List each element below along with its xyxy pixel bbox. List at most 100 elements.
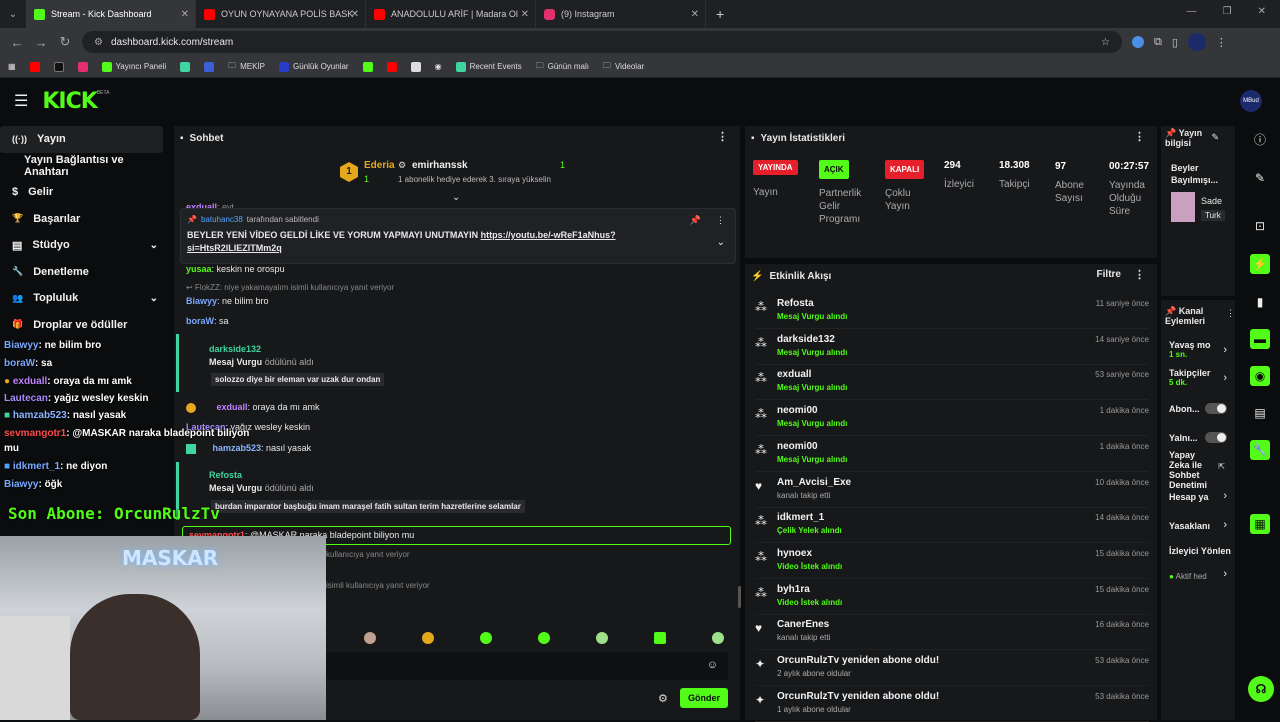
chevron-down-icon[interactable]: ⌄ [150, 293, 158, 304]
sidebar-item-topluluk[interactable]: 👥 Topluluk ⌄ [0, 285, 170, 312]
emote-icon[interactable] [596, 632, 608, 644]
activity-row[interactable]: ⁂ Refosta Mesaj Vurgu alındı 11 saniye önce [755, 294, 1149, 329]
edit-pencil-icon[interactable]: ✎ [1211, 132, 1219, 143]
collapse-arrow-icon[interactable]: ⌄ [452, 192, 460, 203]
bookmark-media[interactable] [204, 61, 215, 72]
support-headset-icon[interactable]: ☊ [1248, 676, 1274, 702]
activity-username[interactable]: neomi00 [777, 405, 818, 416]
edit-icon[interactable]: ✎ [1250, 168, 1270, 188]
activity-menu-icon[interactable]: ⋮ [1134, 268, 1145, 281]
activity-row[interactable]: ⁂ hynoex Video İstek alındı 15 dakika önce [755, 544, 1149, 579]
maximize-icon[interactable]: ❐ [1223, 6, 1232, 17]
site-info-icon[interactable]: ⚙ [94, 37, 103, 48]
bookmark-youtube-2[interactable] [386, 61, 397, 72]
activity-row[interactable]: ⁂ byh1ra Video İstek alındı 15 dakika önce [755, 580, 1149, 615]
close-tab-icon[interactable]: ✕ [181, 9, 189, 20]
emotes-only-toggle[interactable] [1205, 432, 1227, 443]
activity-row[interactable]: ✦ OrcunRulzTv yeniden abone oldu! 1 aylık … [755, 687, 1149, 722]
chevron-right-icon[interactable]: › [1223, 519, 1227, 531]
activity-row[interactable]: ♥ Am_Avcisi_Exe kanalı takip etti 10 dakika… [755, 473, 1149, 508]
leader-user[interactable]: Ederia [364, 160, 395, 171]
browser-tab-youtube-1[interactable]: OYUN OYNAYANA POLİS BASK ✕ [196, 0, 366, 28]
channel-actions-menu-icon[interactable]: ⋮ [1226, 308, 1235, 319]
emote-icon[interactable] [364, 632, 376, 644]
activity-username[interactable]: Am_Avcisi_Exe [777, 477, 851, 488]
close-tab-icon[interactable]: ✕ [521, 9, 529, 20]
bookmark-kick-2[interactable] [362, 61, 373, 72]
minimize-icon[interactable]: — [1187, 6, 1197, 17]
chat-username[interactable]: exduall [217, 402, 248, 412]
category-name[interactable]: Sade [1201, 196, 1222, 206]
action-viewer-redirect[interactable]: İzleyici Yönlen [1169, 546, 1231, 556]
activity-row[interactable]: ✦ OrcunRulzTv yeniden abone oldu! 2 aylık … [755, 651, 1149, 686]
activity-username[interactable]: CanerEnes [777, 619, 829, 630]
chevron-right-icon[interactable]: › [1223, 344, 1227, 356]
tab-search-icon[interactable]: ⌄ [0, 9, 26, 20]
emote-icon[interactable] [480, 632, 492, 644]
sidebar-item-denetleme[interactable]: 🔧 Denetleme [0, 259, 170, 286]
action-account-age[interactable]: Hesap ya [1169, 492, 1209, 502]
activity-username[interactable]: hynoex [777, 548, 812, 559]
info-icon[interactable]: ⓘ [1250, 130, 1270, 150]
sidebar-item-droplar[interactable]: 🎁 Droplar ve ödüller [0, 312, 170, 339]
sidebar-item-studyo[interactable]: ▤ Stüdyo ⌄ [0, 232, 170, 259]
bookmark-youtube[interactable] [29, 61, 40, 72]
broadcast-icon[interactable]: ◉ [1250, 366, 1270, 386]
extensions-puzzle-icon[interactable]: ⧉ [1154, 36, 1162, 49]
bookmark-x[interactable] [53, 61, 64, 72]
activity-username[interactable]: idkmert_1 [777, 512, 824, 523]
subscribers-only-toggle[interactable] [1205, 403, 1227, 414]
activity-row[interactable]: ⁂ neomi00 Mesaj Vurgu alındı 1 dakika önce [755, 437, 1149, 472]
action-ai-moderation[interactable]: Yapay Zeka ile Sohbet Denetimi [1169, 450, 1217, 490]
browser-menu-icon[interactable]: ⋮ [1216, 36, 1227, 49]
bookmark-instagram[interactable] [77, 61, 88, 72]
bookmark-gunluk-oyunlar[interactable]: Günlük Oyunlar [279, 61, 349, 72]
browser-tab-kick[interactable]: Stream - Kick Dashboard ✕ [26, 0, 196, 28]
activity-row[interactable]: ♥ CanerEnes kanalı takip etti 16 dakika önc… [755, 615, 1149, 651]
sidebar-item-basarilar[interactable]: 🏆 Başarılar [0, 206, 170, 233]
side-panel-icon[interactable]: ▯ [1172, 36, 1178, 49]
tag-chip[interactable]: Turk [1201, 210, 1225, 221]
activity-username[interactable]: OrcunRulzTv yeniden abone oldu! [777, 691, 939, 702]
chevron-right-icon[interactable]: › [1223, 372, 1227, 384]
external-link-icon[interactable]: ⇱ [1218, 462, 1225, 471]
bookmark-image[interactable] [410, 61, 421, 72]
chevron-right-icon[interactable]: › [1223, 568, 1227, 580]
reward-username[interactable]: Refosta [209, 470, 242, 480]
emote-icon[interactable] [712, 632, 724, 644]
wrench-icon[interactable]: 🔧 [1250, 440, 1270, 460]
chat-username[interactable]: boraW [186, 316, 214, 326]
url-field[interactable]: ⚙ dashboard.kick.com/stream ☆ [82, 31, 1122, 53]
clapper-icon[interactable]: ▦ [1250, 514, 1270, 534]
emote-icon[interactable] [538, 632, 550, 644]
activity-username[interactable]: exduall [777, 369, 811, 380]
chat-menu-icon[interactable]: ⋮ [717, 130, 728, 143]
chevron-down-icon[interactable]: ⌄ [150, 240, 158, 251]
kick-logo[interactable]: KICK [42, 89, 97, 114]
action-banned-words[interactable]: Yasaklanı [1169, 521, 1210, 531]
action-followers-only[interactable]: Takipçiler 5 dk. [1169, 368, 1210, 387]
forward-icon[interactable]: → [34, 35, 48, 50]
bookmark-globe[interactable]: ◉ [435, 62, 442, 71]
chat-scrollbar[interactable] [738, 586, 741, 608]
bookmark-videolar[interactable]: 🗀 Videolar [603, 60, 644, 74]
activity-username[interactable]: neomi00 [777, 441, 818, 452]
action-slow-mode[interactable]: Yavaş mo 1 sn. [1169, 340, 1211, 359]
chat-settings-icon[interactable]: ⚙ [658, 692, 668, 705]
activity-row[interactable]: ⁂ exduall Mesaj Vurgu alındı 53 saniye önce [755, 365, 1149, 401]
profile-avatar[interactable] [1187, 33, 1206, 51]
bookmark-mekip[interactable]: 🗀 MEKİP [228, 60, 265, 74]
activity-username[interactable]: byh1ra [777, 584, 810, 595]
extension-icon[interactable] [1132, 36, 1144, 48]
action-active-goal[interactable]: ● Aktif hed [1169, 572, 1207, 581]
sidebar-item-gelir[interactable]: $ Gelir [0, 179, 170, 206]
user-avatar[interactable]: MBud [1240, 90, 1262, 112]
apps-grid-icon[interactable]: ▦ [8, 62, 16, 71]
bookmark-yayinci-paneli[interactable]: Yayıncı Paneli [101, 61, 166, 72]
activity-row[interactable]: ⁂ darkside132 Mesaj Vurgu alındı 14 saniye … [755, 330, 1149, 365]
chat-icon[interactable]: ▬ [1250, 329, 1270, 349]
unpin-icon[interactable]: 📌 [690, 215, 701, 226]
reload-icon[interactable]: ↻ [58, 34, 72, 50]
emote-icon[interactable] [422, 632, 434, 644]
browser-tab-instagram[interactable]: (9) Instagram ✕ [536, 0, 706, 28]
